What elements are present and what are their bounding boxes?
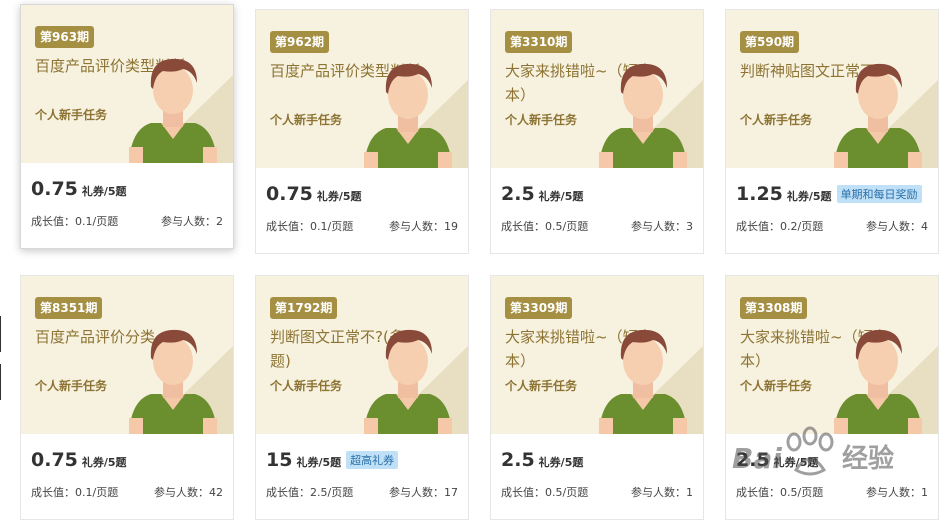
period-badge: 第1792期 <box>270 297 338 319</box>
period-badge: 第3308期 <box>740 297 808 319</box>
task-card[interactable]: 第963期 百度产品评价类型判断 个人新手任务 0.75 礼券/5题 成长值：0.… <box>20 4 234 249</box>
participant-count: 参与人数：4 <box>866 220 928 233</box>
period-badge: 第590期 <box>740 31 800 53</box>
edge-marker <box>0 316 1 352</box>
growth-value: 成长值：0.2/页题 <box>736 220 824 233</box>
task-type: 个人新手任务 <box>35 379 108 393</box>
growth-value: 成长值：0.5/页题 <box>736 486 824 499</box>
reward-amount: 2.5 <box>501 183 535 205</box>
card-meta: 成长值：0.5/页题 参与人数：3 <box>501 218 693 234</box>
reward-row: 15 礼券/5题 超高礼券 <box>266 449 399 471</box>
participant-count: 参与人数：42 <box>154 486 223 499</box>
card-meta: 成长值：0.5/页题 参与人数：1 <box>501 484 693 500</box>
participant-count: 参与人数：3 <box>631 220 693 233</box>
reward-unit: 礼券/5题 <box>81 185 127 198</box>
period-badge: 第963期 <box>35 26 95 48</box>
growth-value: 成长值：0.1/页题 <box>31 215 119 228</box>
period-badge: 第3309期 <box>505 297 573 319</box>
task-type: 个人新手任务 <box>270 379 343 393</box>
participant-count: 参与人数：1 <box>866 486 928 499</box>
user-avatar-icon <box>599 329 703 434</box>
card-header: 第963期 百度产品评价类型判断 个人新手任务 <box>21 5 233 163</box>
task-card[interactable]: 第8351期 百度产品评价分类 个人新手任务 0.75 礼券/5题 成长值：0.1… <box>20 275 234 520</box>
user-avatar-icon <box>364 329 468 434</box>
growth-value: 成长值：0.5/页题 <box>501 486 589 499</box>
user-avatar-icon <box>364 63 468 168</box>
task-type: 个人新手任务 <box>35 108 108 122</box>
card-meta: 成长值：0.5/页题 参与人数：1 <box>736 484 928 500</box>
watermark: Bai 经验 <box>732 424 912 484</box>
user-avatar-icon <box>129 58 233 163</box>
task-type: 个人新手任务 <box>740 379 813 393</box>
card-header: 第590期 判断神贴图文正常不? 个人新手任务 <box>726 10 938 168</box>
period-badge: 第962期 <box>270 31 330 53</box>
task-card[interactable]: 第590期 判断神贴图文正常不? 个人新手任务 1.25 礼券/5题 单期和每日奖励… <box>725 9 939 254</box>
user-avatar-icon <box>834 63 938 168</box>
reward-tag: 超高礼券 <box>346 451 399 469</box>
reward-amount: 0.75 <box>31 449 78 471</box>
reward-row: 0.75 礼券/5题 <box>266 183 362 205</box>
reward-tag: 单期和每日奖励 <box>836 185 922 203</box>
task-card[interactable]: 第3309期 大家来挑错啦~（短文本） 个人新手任务 2.5 礼券/5题 成长值：… <box>490 275 704 520</box>
reward-row: 2.5 礼券/5题 <box>501 183 583 205</box>
growth-value: 成长值：0.1/页题 <box>266 220 354 233</box>
card-header: 第3309期 大家来挑错啦~（短文本） 个人新手任务 <box>491 276 703 434</box>
card-header: 第3310期 大家来挑错啦~（短文本） 个人新手任务 <box>491 10 703 168</box>
watermark-brand: Bai <box>732 442 782 475</box>
task-type: 个人新手任务 <box>505 113 578 127</box>
reward-amount: 0.75 <box>266 183 313 205</box>
user-avatar-icon <box>834 329 938 434</box>
card-header: 第8351期 百度产品评价分类 个人新手任务 <box>21 276 233 434</box>
task-type: 个人新手任务 <box>740 113 813 127</box>
period-badge: 第3310期 <box>505 31 573 53</box>
card-header: 第1792期 判断图文正常不?(多题) 个人新手任务 <box>256 276 468 434</box>
card-meta: 成长值：0.2/页题 参与人数：4 <box>736 218 928 234</box>
task-type: 个人新手任务 <box>270 113 343 127</box>
card-meta: 成长值：0.1/页题 参与人数：2 <box>31 213 223 229</box>
reward-amount: 15 <box>266 449 293 471</box>
reward-amount: 2.5 <box>501 449 535 471</box>
reward-unit: 礼券/5题 <box>538 190 584 203</box>
participant-count: 参与人数：1 <box>631 486 693 499</box>
card-header: 第962期 百度产品评价类型判断 个人新手任务 <box>256 10 468 168</box>
participant-count: 参与人数：17 <box>389 486 458 499</box>
reward-row: 0.75 礼券/5题 <box>31 449 127 471</box>
reward-amount: 0.75 <box>31 178 78 200</box>
card-meta: 成长值：0.1/页题 参与人数：19 <box>266 218 458 234</box>
reward-row: 0.75 礼券/5题 <box>31 178 127 200</box>
user-avatar-icon <box>599 63 703 168</box>
task-type: 个人新手任务 <box>505 379 578 393</box>
reward-unit: 礼券/5题 <box>296 456 342 469</box>
watermark-text: 经验 <box>842 444 895 474</box>
task-card[interactable]: 第3310期 大家来挑错啦~（短文本） 个人新手任务 2.5 礼券/5题 成长值：… <box>490 9 704 254</box>
card-header: 第3308期 大家来挑错啦~（短文本） 个人新手任务 <box>726 276 938 434</box>
reward-unit: 礼券/5题 <box>316 190 362 203</box>
user-avatar-icon <box>129 329 233 434</box>
growth-value: 成长值：0.1/页题 <box>31 486 119 499</box>
reward-unit: 礼券/5题 <box>81 456 127 469</box>
reward-unit: 礼券/5题 <box>786 190 832 203</box>
reward-unit: 礼券/5题 <box>538 456 584 469</box>
reward-row: 1.25 礼券/5题 单期和每日奖励 <box>736 183 922 205</box>
growth-value: 成长值：2.5/页题 <box>266 486 354 499</box>
card-meta: 成长值：2.5/页题 参与人数：17 <box>266 484 458 500</box>
card-meta: 成长值：0.1/页题 参与人数：42 <box>31 484 223 500</box>
task-card[interactable]: 第962期 百度产品评价类型判断 个人新手任务 0.75 礼券/5题 成长值：0.… <box>255 9 469 254</box>
growth-value: 成长值：0.5/页题 <box>501 220 589 233</box>
participant-count: 参与人数：19 <box>389 220 458 233</box>
reward-amount: 1.25 <box>736 183 783 205</box>
period-badge: 第8351期 <box>35 297 103 319</box>
reward-row: 2.5 礼券/5题 <box>501 449 583 471</box>
participant-count: 参与人数：2 <box>161 215 223 228</box>
paw-icon <box>786 426 834 476</box>
edge-marker <box>0 364 1 400</box>
task-card[interactable]: 第1792期 判断图文正常不?(多题) 个人新手任务 15 礼券/5题 超高礼券 成… <box>255 275 469 520</box>
